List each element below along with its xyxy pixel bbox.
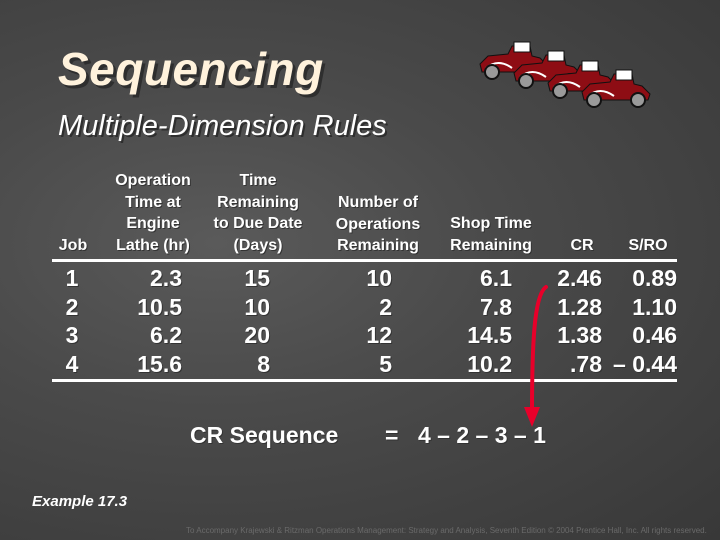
table-cell: 12	[366, 322, 392, 349]
table-cell: 7.8	[480, 293, 512, 320]
table-cell: 10	[366, 265, 392, 291]
header-shop-time: Shop Time Remaining	[450, 215, 532, 254]
slide-title: Sequencing	[58, 43, 324, 95]
cr-sequence-equals: =	[385, 422, 399, 448]
table-cell: 15.6	[137, 351, 182, 378]
slide-subtitle: Multiple-Dimension Rules	[58, 110, 387, 142]
table-cell: 0.46	[632, 322, 677, 349]
column-operations-remaining: 10 2 12 5	[350, 264, 392, 379]
table-cell: 20	[244, 322, 270, 349]
table-cell: 15	[244, 265, 270, 291]
red-arrow-icon	[524, 285, 548, 427]
table-cell: 6.2	[150, 322, 182, 349]
header-cr: CR	[570, 237, 594, 254]
table-cell: – 0.44	[613, 351, 677, 378]
header-job: Job	[58, 237, 88, 254]
table-cell: 10.5	[137, 293, 182, 320]
table-cell: 2	[65, 293, 79, 320]
header-divider	[52, 259, 677, 262]
column-operation-time: 2.3 10.5 6.2 15.6	[120, 264, 182, 379]
table-cell: 1.10	[632, 293, 677, 320]
cr-sequence-value: 4 – 2 – 3 – 1	[418, 422, 546, 448]
table-cell: 1	[65, 265, 79, 291]
header-operations-remaining: Number of Operations Remaining	[335, 194, 421, 254]
column-time-remaining: 15 10 20 8	[230, 264, 270, 379]
cr-sequence-label: CR Sequence	[190, 422, 339, 448]
table-cell: 10	[244, 293, 270, 320]
header-time-remaining: Time Remaining to Due Date (Days)	[213, 172, 303, 254]
column-job: 1 2 3 4	[62, 264, 82, 379]
table-cell: 5	[379, 351, 392, 378]
header-operation-time: Operation Time at Engine Lathe (hr)	[115, 172, 191, 254]
table-cell: 2.3	[150, 265, 182, 291]
header-s-ro: S/RO	[628, 237, 668, 254]
table-cell: 8	[257, 351, 270, 378]
column-s-ro: 0.89 1.10 0.46 – 0.44	[600, 264, 677, 379]
vintage-cars-icon	[479, 41, 651, 108]
table-cell: 10.2	[467, 351, 512, 378]
column-shop-time: 6.1 7.8 14.5 10.2	[450, 264, 512, 379]
copyright-footer: To Accompany Krajewski & Ritzman Operati…	[186, 526, 707, 535]
table-cell: 4	[65, 351, 79, 378]
table-cell: 14.5	[467, 322, 512, 349]
table-bottom-divider	[52, 379, 677, 382]
table-cell: 2	[379, 293, 392, 320]
example-label: Example 17.3	[32, 493, 128, 510]
table-cell: 0.89	[632, 265, 677, 291]
table-cell: 3	[65, 322, 79, 349]
table-cell: 6.1	[480, 265, 512, 291]
